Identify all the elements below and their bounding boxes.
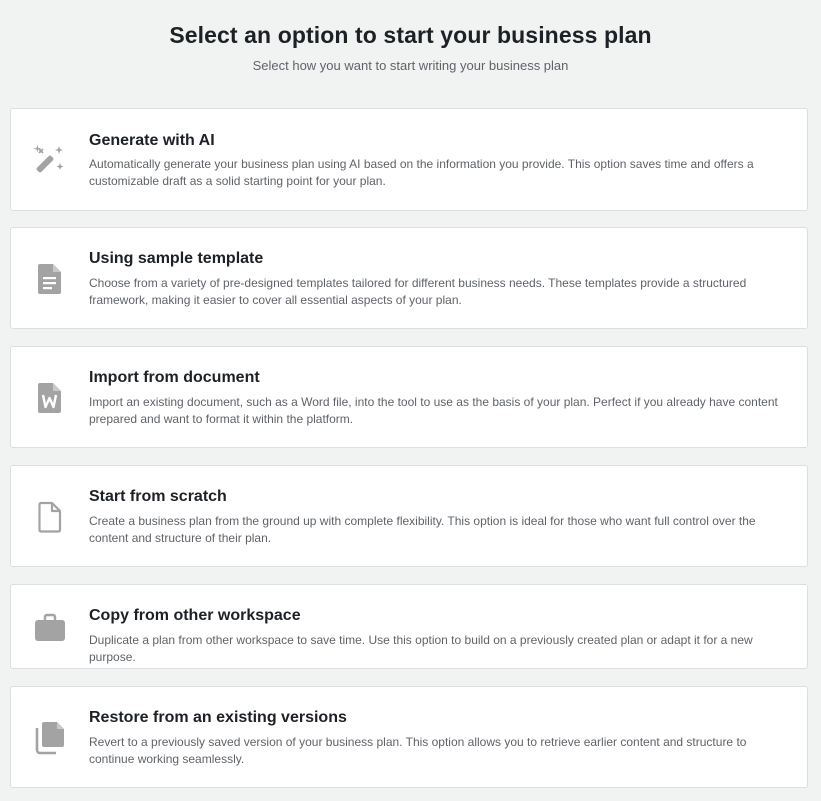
word-document-icon <box>33 381 67 415</box>
option-card-copy-workspace[interactable]: Copy from other workspace Duplicate a pl… <box>10 584 808 669</box>
option-title: Copy from other workspace <box>89 607 301 624</box>
blank-file-icon <box>33 500 67 534</box>
option-description: Automatically generate your business pla… <box>89 157 754 188</box>
magic-wand-icon <box>33 143 67 177</box>
option-title: Generate with AI <box>89 132 215 149</box>
page-title: Select an option to start your business … <box>169 22 652 48</box>
option-title: Restore from an existing versions <box>89 709 347 726</box>
option-title: Import from document <box>89 369 260 386</box>
briefcase-icon <box>33 611 67 645</box>
option-card-sample-template[interactable]: Using sample template Choose from a vari… <box>10 227 808 329</box>
copy-files-icon <box>33 721 67 755</box>
option-card-generate-with-ai[interactable]: Generate with AI Automatically generate … <box>10 108 808 211</box>
option-description: Choose from a variety of pre-designed te… <box>89 276 747 307</box>
page-subtitle: Select how you want to start writing you… <box>252 58 569 73</box>
option-description: Create a business plan from the ground u… <box>89 514 756 545</box>
option-title: Start from scratch <box>89 488 227 505</box>
option-description: Import an existing document, such as a W… <box>89 395 778 426</box>
document-icon <box>33 262 67 296</box>
option-card-import-document[interactable]: Import from document Import an existing … <box>10 346 808 448</box>
option-card-restore-versions[interactable]: Restore from an existing versions Revert… <box>10 686 808 788</box>
option-description: Revert to a previously saved version of … <box>89 735 747 766</box>
option-card-start-from-scratch[interactable]: Start from scratch Create a business pla… <box>10 465 808 567</box>
option-title: Using sample template <box>89 250 264 267</box>
option-description: Duplicate a plan from other workspace to… <box>89 633 753 664</box>
